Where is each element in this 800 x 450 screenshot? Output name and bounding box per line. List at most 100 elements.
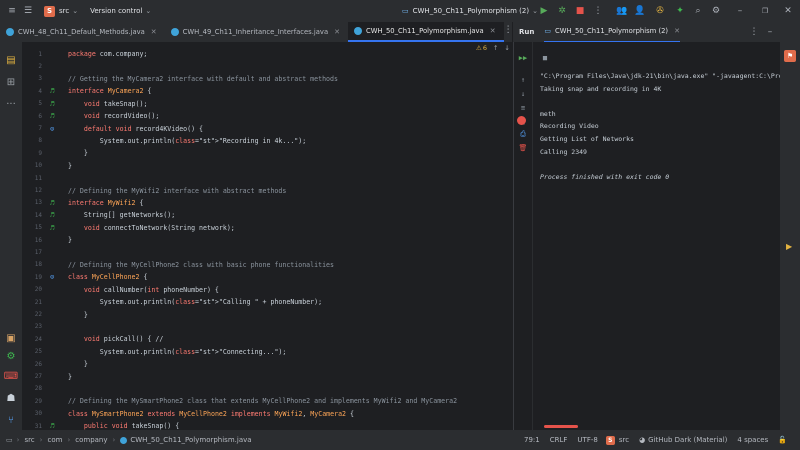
code-line[interactable]: 14 ♬ String[] getNetworks(); (22, 209, 512, 221)
arrow-down-icon[interactable]: ↓ (504, 44, 509, 52)
indent-setting[interactable]: 4 spaces (737, 436, 768, 444)
code-line[interactable]: 13 ♬ interface MyWifi2 { (22, 197, 512, 209)
implemented-gutter-icon[interactable]: ♬ (50, 112, 54, 120)
breadcrumb-file[interactable]: CWH_50_Ch11_Polymorphism.java (130, 436, 251, 444)
project-tool-icon[interactable]: ▤ (5, 54, 17, 66)
code-line[interactable]: 26 } (22, 358, 512, 370)
code-line[interactable]: 15 ♬ void connectToNetwork(String network… (22, 222, 512, 234)
breadcrumb-company[interactable]: company (75, 436, 107, 444)
hide-panel-icon[interactable]: – (762, 24, 778, 40)
theme-selector[interactable]: ◕ GitHub Dark (Material) (639, 436, 727, 444)
tab-overflow-icon[interactable]: ⋮ (504, 22, 513, 38)
ai-assistant-icon[interactable]: ✦ (672, 3, 688, 19)
implemented-gutter-icon[interactable]: ♬ (50, 224, 54, 232)
code-with-me-icon[interactable]: 👥 (614, 3, 630, 19)
code-line[interactable]: 2 (22, 60, 512, 72)
code-line[interactable]: 27} (22, 370, 512, 382)
arrow-up-icon[interactable]: ↑ (493, 44, 498, 52)
run-gutter-icon[interactable]: ▶ (786, 242, 792, 251)
code-line[interactable]: 8 System.out.println(class="st">"Recordi… (22, 135, 512, 147)
problems-tool-icon[interactable]: ☗ (5, 392, 17, 404)
code-editor[interactable]: 1 package com.company; 2 3// Getting the My… (22, 42, 512, 430)
services-tool-icon[interactable]: ⚙ (5, 350, 17, 362)
git-tool-icon[interactable]: ⑂ (5, 414, 17, 426)
close-tab-icon[interactable]: ✕ (490, 27, 496, 35)
implemented-gutter-icon[interactable]: ♬ (50, 87, 54, 95)
breadcrumb-com[interactable]: com (47, 436, 62, 444)
code-line[interactable]: 31 ♬ public void takeSnap() { (22, 420, 512, 430)
implemented-gutter-icon[interactable]: ♬ (50, 199, 54, 207)
soft-wrap-icon[interactable]: ≡ (518, 104, 528, 114)
overridden-gutter-icon[interactable]: ⊙ (50, 125, 54, 133)
scroll-down-icon[interactable]: ↓ (518, 90, 528, 100)
code-line[interactable]: 9 } (22, 147, 512, 159)
code-line[interactable]: 22 } (22, 308, 512, 320)
tab-polymorphism[interactable]: CWH_50_Ch11_Polymorphism.java ✕ (347, 22, 504, 42)
close-icon[interactable]: ✕ (780, 3, 796, 19)
close-tab-icon[interactable]: ✕ (151, 28, 157, 36)
code-line[interactable]: 20 void callNumber(int phoneNumber) { (22, 284, 512, 296)
vcs-root-badge[interactable]: S src (605, 435, 629, 445)
profile-icon[interactable]: 👤 (632, 3, 648, 19)
overridden-gutter-icon[interactable]: ⊙ (50, 273, 54, 281)
tab-inheritance-interfaces[interactable]: CWH_49_Ch11_Inheritance_Interfaces.java … (165, 22, 348, 42)
settings-icon[interactable]: ⚙ (708, 3, 724, 19)
code-line[interactable]: 23 (22, 321, 512, 333)
code-line[interactable]: 3 // Getting the MyCamera2 interface with… (22, 73, 512, 85)
more-tools-icon[interactable]: ··· (5, 98, 17, 110)
code-line[interactable]: 7 ⊙ default void record4KVideo() { (22, 122, 512, 134)
code-line[interactable]: 19 ⊙ class MyCellPhone2 { (22, 271, 512, 283)
code-line[interactable]: 6 ♬ void recordVideo(); (22, 110, 512, 122)
code-line[interactable]: 16} (22, 234, 512, 246)
code-line[interactable]: 29 // Defining the MySmartPhone2 class th… (22, 395, 512, 407)
close-tab-icon[interactable]: ✕ (334, 28, 340, 36)
code-line[interactable]: 30 class MySmartPhone2 extends MyCellPhon… (22, 408, 512, 420)
terminal-tool-icon[interactable]: ⌨ (4, 370, 18, 382)
code-line[interactable]: 17 (22, 246, 512, 258)
cursor-position[interactable]: 79:1 (524, 436, 540, 444)
restore-icon[interactable]: ❐ (757, 3, 773, 19)
stop-process-icon[interactable] (517, 116, 526, 125)
structure-tool-icon[interactable]: ⊞ (5, 76, 17, 88)
implemented-gutter-icon[interactable]: ♬ (50, 100, 54, 108)
run-config-selector[interactable]: ▭ CWH_50_Ch11_Polymorphism (2) ⌄ (402, 7, 538, 15)
clear-console-icon[interactable]: 🗑 (518, 144, 528, 154)
project-selector[interactable]: S src ⌄ (44, 5, 78, 17)
debug-icon[interactable]: ✲ (554, 3, 570, 19)
console-scrollbar[interactable] (544, 425, 578, 428)
minimize-icon[interactable]: – (732, 3, 748, 19)
code-line[interactable]: 10} (22, 160, 512, 172)
code-line[interactable]: 5 ♬ void takeSnap(); (22, 98, 512, 110)
hamburger-menu-icon[interactable]: ☰ (20, 3, 36, 19)
windows-menu-icon[interactable]: ≡ (4, 3, 20, 19)
rerun-icon[interactable]: ▶▶ (518, 54, 528, 64)
more-icon[interactable]: ⋮ (746, 24, 762, 40)
stop-icon[interactable]: ■ (540, 54, 550, 64)
lock-icon[interactable]: 🔓 (778, 436, 787, 444)
more-icon[interactable]: ⋮ (590, 3, 606, 19)
run-tab[interactable]: ▭ CWH_50_Ch11_Polymorphism (2) ✕ (544, 21, 680, 43)
notifications-icon[interactable]: ⚑ (784, 50, 796, 62)
breadcrumb-src[interactable]: src (24, 436, 34, 444)
file-encoding[interactable]: UTF-8 (577, 436, 597, 444)
search-icon[interactable]: ⌕ (690, 3, 706, 19)
inspection-widget[interactable]: ⚠ 6 ↑ ↓ (476, 44, 510, 52)
scroll-up-icon[interactable]: ↑ (518, 76, 528, 86)
implemented-gutter-icon[interactable]: ♬ (50, 422, 54, 430)
code-line[interactable]: 1 package com.company; (22, 48, 512, 60)
print-icon[interactable]: ⎙ (518, 130, 528, 140)
code-line[interactable]: 25 System.out.println(class="st">"Connec… (22, 346, 512, 358)
vcs-menu[interactable]: Version control ⌄ (90, 7, 151, 15)
code-line[interactable]: 4 ♬ interface MyCamera2 { (22, 85, 512, 97)
settings-tools-icon[interactable]: ✇ (652, 3, 668, 19)
code-line[interactable]: 21 System.out.println(class="st">"Callin… (22, 296, 512, 308)
code-line[interactable]: 11 (22, 172, 512, 184)
run-tool-icon[interactable]: ▣ (5, 332, 17, 344)
tab-default-methods[interactable]: CWH_48_Ch11_Default_Methods.java ✕ (0, 22, 165, 42)
run-icon[interactable]: ▶ (536, 3, 552, 19)
implemented-gutter-icon[interactable]: ♬ (50, 211, 54, 219)
code-line[interactable]: 24 void pickCall() { // (22, 333, 512, 345)
close-tab-icon[interactable]: ✕ (674, 27, 680, 35)
code-line[interactable]: 18 // Defining the MyCellPhone2 class wit… (22, 259, 512, 271)
code-line[interactable]: 12 // Defining the MyWifi2 interface with… (22, 184, 512, 196)
